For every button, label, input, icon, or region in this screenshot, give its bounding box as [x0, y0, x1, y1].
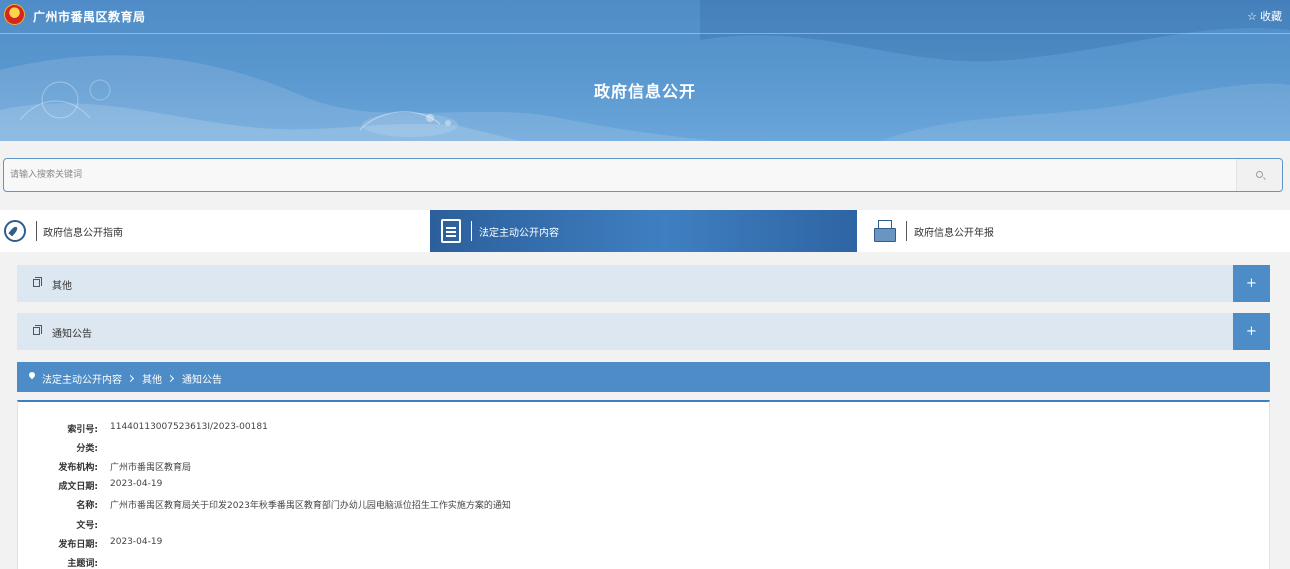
info-row-publish-date: 发布日期: 2023-04-19 — [18, 537, 1218, 551]
search-button[interactable] — [1236, 159, 1282, 191]
info-row-name: 名称: 广州市番禺区教育局关于印发2023年秋季番禺区教育部门办幼儿园电脑派位招… — [18, 498, 1218, 512]
category-label: 通知公告 — [52, 329, 92, 340]
folder-icon — [874, 220, 896, 242]
info-key: 名称: — [76, 501, 98, 511]
info-key: 发布日期: — [58, 540, 98, 550]
info-value: 广州市番禺区教育局关于印发2023年秋季番禺区教育部门办幼儿园电脑派位招生工作实… — [110, 501, 511, 511]
breadcrumb-item[interactable]: 法定主动公开内容 — [42, 371, 122, 386]
info-key: 文号: — [76, 521, 98, 531]
chevron-right-icon — [166, 374, 175, 383]
page-title: 政府信息公开 — [593, 82, 696, 101]
info-key: 主题词: — [67, 559, 98, 569]
expand-button[interactable]: + — [1233, 265, 1270, 302]
document-icon — [441, 219, 461, 243]
copy-icon — [33, 277, 42, 287]
expand-button[interactable]: + — [1233, 313, 1270, 350]
info-row-written-date: 成文日期: 2023-04-19 — [18, 479, 1218, 493]
tab-label: 政府信息公开年报 — [914, 228, 994, 239]
info-key: 成文日期: — [58, 482, 98, 492]
document-info-panel: 索引号: 11440113007523613I/2023-00181 分类: 发… — [17, 400, 1270, 569]
info-value: 2023-04-19 — [110, 479, 163, 489]
tab-divider — [906, 221, 907, 241]
tab-label: 政府信息公开指南 — [43, 228, 123, 239]
info-row-category: 分类: — [18, 441, 1218, 455]
info-key: 索引号: — [67, 425, 98, 435]
category-other[interactable]: 其他 + — [17, 265, 1270, 302]
search-bar — [3, 158, 1283, 192]
info-key: 分类: — [76, 444, 98, 454]
tab-bar: 政府信息公开指南 法定主动公开内容 政府信息公开年报 — [0, 210, 1290, 252]
info-value: 11440113007523613I/2023-00181 — [110, 422, 268, 432]
breadcrumb: 法定主动公开内容 其他 通知公告 — [17, 362, 1270, 392]
tab-divider — [471, 221, 472, 241]
top-bar: 广州市番禺区教育局 ☆ 收藏 — [0, 0, 1290, 34]
tab-label: 法定主动公开内容 — [479, 228, 559, 239]
national-emblem-logo — [4, 4, 25, 25]
location-pin-icon — [27, 370, 37, 380]
site-title[interactable]: 广州市番禺区教育局 — [33, 8, 146, 25]
header-banner: 广州市番禺区教育局 ☆ 收藏 政府信息公开 — [0, 0, 1290, 141]
info-row-doc-number: 文号: — [18, 518, 1218, 532]
info-value: 广州市番禺区教育局 — [110, 463, 192, 473]
star-icon: ☆ — [1247, 9, 1257, 23]
info-row-publisher: 发布机构: 广州市番禺区教育局 — [18, 460, 1218, 474]
category-notices[interactable]: 通知公告 + — [17, 313, 1270, 350]
info-value: 2023-04-19 — [110, 537, 163, 547]
search-input[interactable] — [10, 159, 1230, 191]
breadcrumb-item[interactable]: 其他 — [142, 371, 162, 386]
breadcrumb-item[interactable]: 通知公告 — [182, 371, 222, 386]
favorite-label: 收藏 — [1260, 10, 1282, 23]
tab-divider — [36, 221, 37, 241]
chevron-right-icon — [126, 374, 135, 383]
compass-icon — [4, 220, 26, 242]
info-key: 发布机构: — [58, 463, 98, 473]
search-icon — [1256, 171, 1263, 178]
tab-statutory-content[interactable]: 法定主动公开内容 — [430, 210, 857, 252]
favorite-button[interactable]: ☆ 收藏 — [1247, 8, 1282, 24]
copy-icon — [33, 325, 42, 335]
info-row-keywords: 主题词: — [18, 556, 1218, 569]
category-label: 其他 — [52, 281, 72, 292]
info-row-index: 索引号: 11440113007523613I/2023-00181 — [18, 422, 1218, 436]
tab-disclosure-guide[interactable]: 政府信息公开指南 — [0, 210, 428, 252]
tab-annual-report[interactable]: 政府信息公开年报 — [860, 210, 1290, 252]
